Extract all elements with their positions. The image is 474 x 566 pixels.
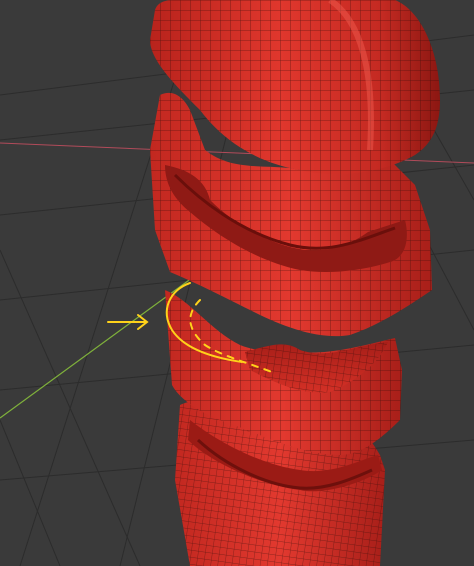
- viewport-canvas[interactable]: [0, 0, 474, 566]
- 3d-viewport[interactable]: [0, 0, 474, 566]
- right-arrow-icon: [107, 314, 149, 330]
